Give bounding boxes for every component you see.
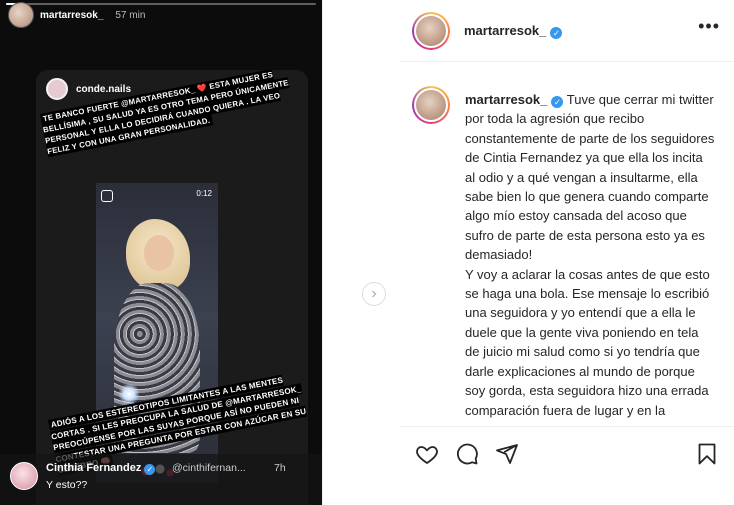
caption-username[interactable]: martarresok_ <box>465 92 547 107</box>
bookmark-icon <box>698 443 716 465</box>
caption-text: Tuve que cerrar mi twitter por toda la a… <box>465 92 715 263</box>
story-media[interactable]: martarresok_ 57 min conde.nails TE BANCO… <box>0 0 322 505</box>
send-icon <box>496 444 518 464</box>
header-username[interactable]: martarresok_ ✓ <box>464 23 563 39</box>
caption-body: martarresok_ ✓ Tuve que cerrar mi twitter… <box>465 90 715 420</box>
post-actions <box>400 426 734 505</box>
verified-badge-icon: ✓ <box>551 96 564 108</box>
verified-badge-icon: ✓ <box>144 464 156 475</box>
story-reply-overlay: Cinthia Fernandez ✓ @cinthifernan... 7h Y… <box>0 454 322 505</box>
shared-post-username: conde.nails <box>76 83 132 95</box>
reply-text: Y esto?? <box>46 479 88 491</box>
reply-avatar[interactable] <box>10 462 38 490</box>
story-avatar[interactable] <box>8 2 34 28</box>
post-caption: martarresok_ ✓ Tuve que cerrar mi twitter… <box>400 72 734 426</box>
reels-icon <box>101 190 113 202</box>
header-avatar[interactable] <box>412 12 450 50</box>
caption-avatar[interactable] <box>412 86 450 124</box>
story-username[interactable]: martarresok_ <box>40 10 103 21</box>
share-button[interactable] <box>494 441 520 467</box>
reply-author[interactable]: Cinthia Fernandez ✓ <box>46 462 156 475</box>
more-options-icon[interactable]: ••• <box>698 16 720 37</box>
reply-time: 7h <box>274 462 286 474</box>
post-header: martarresok_ ✓ ••• <box>400 0 734 62</box>
comment-button[interactable] <box>454 441 480 467</box>
shared-post-screenshot: conde.nails TE BANCO FUERTE @MARTARRESOK… <box>36 70 308 505</box>
save-button[interactable] <box>694 441 720 467</box>
video-duration: 0:12 <box>196 189 212 198</box>
heart-icon <box>416 446 438 465</box>
reply-author-name: Cinthia Fernandez <box>46 462 142 474</box>
story-time: 57 min <box>115 9 146 21</box>
video-subject-face <box>144 235 174 271</box>
story-header: martarresok_ 57 min <box>8 2 146 28</box>
comment-icon <box>456 443 478 465</box>
shared-post-header: conde.nails <box>46 78 131 100</box>
caption-text-continued: Y voy a aclarar la cosas antes de que es… <box>465 266 710 418</box>
verified-badge-icon: ✓ <box>550 27 563 39</box>
like-button[interactable] <box>414 441 440 467</box>
shared-post-avatar <box>46 78 68 100</box>
header-username-text: martarresok_ <box>464 23 547 38</box>
next-icon[interactable]: › <box>362 282 386 306</box>
reply-handle: @cinthifernan... <box>172 462 246 474</box>
